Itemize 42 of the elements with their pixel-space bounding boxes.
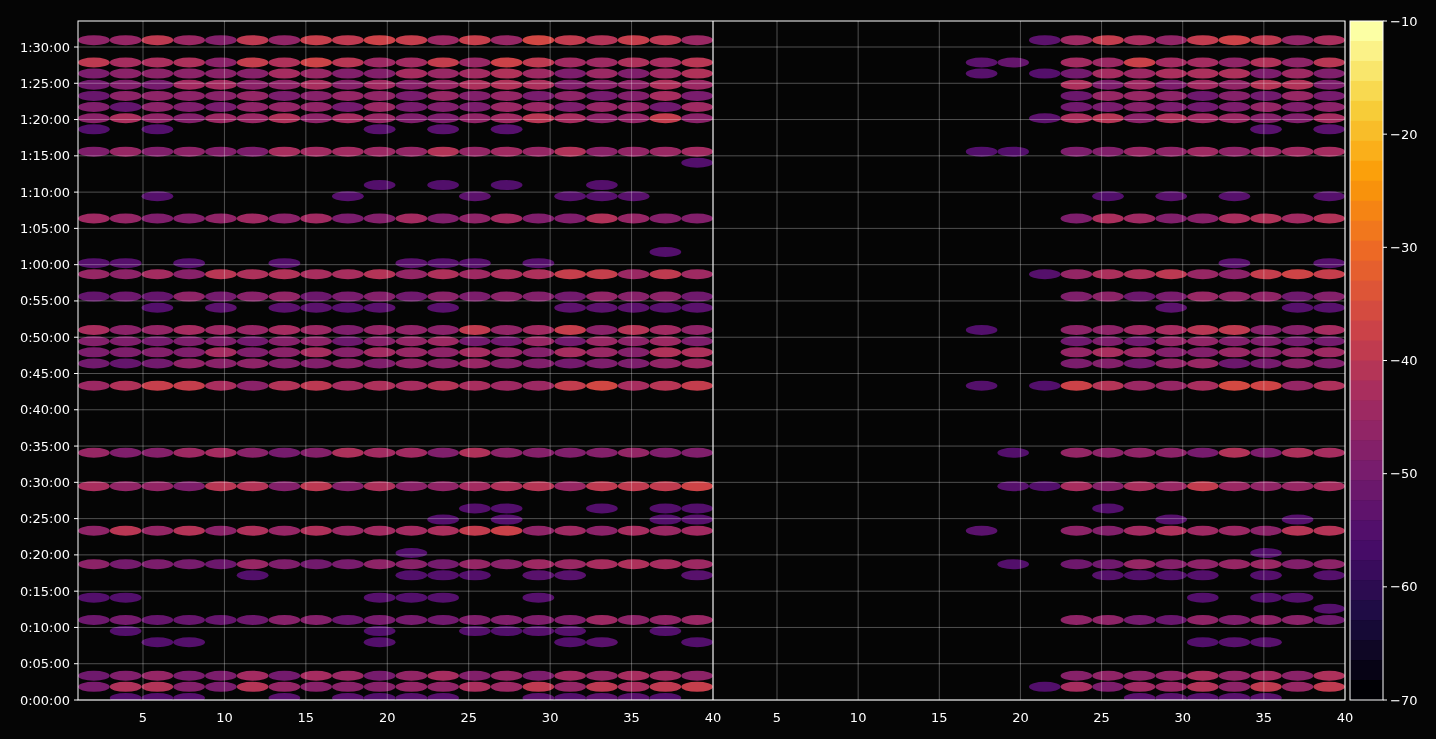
colorbar-tick-label: −20 bbox=[1390, 126, 1418, 142]
x-tick-label: 20 bbox=[1012, 710, 1029, 725]
x-tick-label: 5 bbox=[138, 710, 148, 725]
y-tick-label: 0:40:00 bbox=[19, 402, 70, 418]
y-tick-label: 1:10:00 bbox=[19, 184, 70, 200]
colorbar-tick-label: −50 bbox=[1390, 466, 1418, 482]
y-tick-label: 1:05:00 bbox=[19, 220, 70, 236]
y-tick-label: 0:35:00 bbox=[19, 438, 70, 454]
y-tick-label: 0:05:00 bbox=[19, 656, 70, 672]
x-tick-label: 40 bbox=[704, 710, 722, 725]
y-tick-label: 1:20:00 bbox=[19, 112, 70, 128]
colorbar-tick-label: −30 bbox=[1390, 239, 1418, 255]
y-tick-label: 1:30:00 bbox=[19, 39, 70, 55]
y-tick-label: 0:15:00 bbox=[19, 583, 70, 599]
y-tick-label: 0:00:00 bbox=[19, 692, 70, 708]
x-tick-label: 10 bbox=[216, 710, 233, 725]
colorbar-tick-label: −10 bbox=[1390, 13, 1418, 29]
colorbar-tick-label: −60 bbox=[1390, 579, 1418, 595]
x-tick-label: 30 bbox=[541, 710, 559, 725]
x-tick-label: 25 bbox=[1093, 710, 1110, 725]
y-tick-label: 1:00:00 bbox=[19, 257, 70, 273]
y-tick-label: 1:25:00 bbox=[19, 75, 70, 91]
x-tick-label: 40 bbox=[1336, 710, 1354, 725]
y-tick-label: 0:45:00 bbox=[19, 366, 70, 381]
x-tick-label: 15 bbox=[931, 710, 948, 725]
colorbar-tick-label: −40 bbox=[1390, 353, 1418, 368]
y-tick-label: 0:50:00 bbox=[19, 329, 70, 345]
y-tick-label: 0:30:00 bbox=[19, 474, 70, 490]
y-tick-label: 0:25:00 bbox=[19, 511, 70, 527]
x-tick-label: 20 bbox=[379, 710, 396, 725]
x-tick-label: 25 bbox=[460, 710, 477, 725]
y-tick-label: 1:15:00 bbox=[19, 148, 70, 164]
x-tick-label: 30 bbox=[1174, 710, 1191, 725]
y-tick-label: 0:55:00 bbox=[19, 293, 70, 309]
y-tick-label: 0:20:00 bbox=[19, 547, 70, 563]
y-tick-label: 0:10:00 bbox=[19, 619, 70, 635]
x-tick-label: 10 bbox=[849, 710, 867, 725]
x-tick-label: 35 bbox=[623, 710, 640, 725]
x-tick-label: 5 bbox=[772, 710, 782, 725]
colorbar-tick-label: −70 bbox=[1390, 692, 1418, 708]
x-tick-label: 15 bbox=[297, 710, 315, 725]
x-tick-label: 35 bbox=[1255, 710, 1273, 725]
